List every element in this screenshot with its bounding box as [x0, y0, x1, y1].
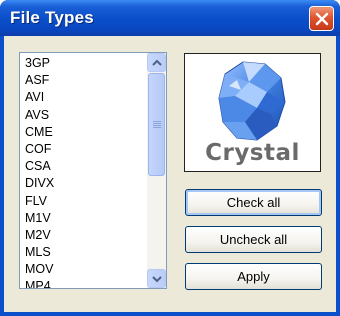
dialog-body: 3GP ASF AVI AVS CME COF CSA DIVX FLV M1V M2V MLS MOV… [4, 36, 336, 312]
window-frame-right [336, 36, 340, 316]
scroll-thumb[interactable] [148, 73, 165, 176]
list-item[interactable]: AVS [23, 107, 145, 124]
list-item[interactable]: COF [23, 141, 145, 158]
list-item[interactable]: DIVX [23, 175, 145, 192]
title-bar[interactable]: File Types [0, 0, 340, 36]
grip-line [153, 121, 161, 122]
logo-text: Crystal [205, 140, 300, 166]
window-frame-bottom [0, 312, 340, 316]
close-icon [315, 12, 329, 26]
list-item[interactable]: ASF [23, 72, 145, 89]
list-item[interactable]: 3GP [23, 55, 145, 72]
list-item[interactable]: M2V [23, 227, 145, 244]
check-all-button[interactable]: Check all [185, 189, 322, 216]
list-item[interactable]: CSA [23, 158, 145, 175]
list-item[interactable]: MLS [23, 244, 145, 261]
uncheck-all-button[interactable]: Uncheck all [185, 226, 322, 253]
list-item[interactable]: AVI [23, 89, 145, 106]
chevron-down-icon [152, 276, 162, 283]
window-title: File Types [10, 8, 94, 27]
grip-line [153, 127, 161, 128]
crystal-gem-icon [218, 61, 286, 141]
scroll-up-button[interactable] [147, 53, 166, 72]
chevron-up-icon [152, 59, 162, 66]
vertical-scrollbar[interactable] [147, 53, 166, 288]
grip-line [153, 123, 161, 124]
crystal-logo: Crystal [184, 53, 321, 172]
list-item[interactable]: MP4 [23, 278, 145, 288]
file-type-items: 3GP ASF AVI AVS CME COF CSA DIVX FLV M1V M2V MLS MOV… [23, 55, 145, 288]
apply-button[interactable]: Apply [185, 263, 322, 290]
list-item[interactable]: FLV [23, 193, 145, 210]
list-item[interactable]: CME [23, 124, 145, 141]
file-types-window: File Types 3GP ASF AVI AVS CME COF CSA DIVX FLV M… [0, 0, 340, 316]
list-item[interactable]: M1V [23, 210, 145, 227]
grip-line [153, 125, 161, 126]
list-item[interactable]: MOV [23, 261, 145, 278]
scroll-down-button[interactable] [147, 269, 166, 288]
file-type-list[interactable]: 3GP ASF AVI AVS CME COF CSA DIVX FLV M1V M2V MLS MOV… [19, 52, 167, 289]
close-button[interactable] [309, 6, 334, 31]
